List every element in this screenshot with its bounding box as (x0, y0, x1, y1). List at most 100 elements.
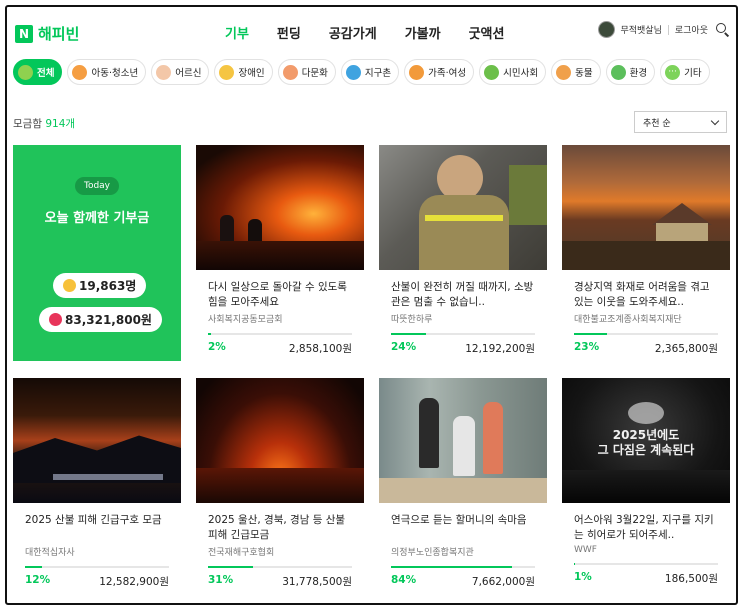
campaign-percent: 84% (391, 574, 417, 586)
sort-select[interactable]: 추천 순 (634, 111, 727, 133)
campaign-thumbnail[interactable]: 2025년에도 그 다짐은 계속된다 (562, 378, 730, 503)
campaign-thumbnail[interactable] (379, 145, 547, 270)
elder-icon (156, 64, 172, 80)
campaign-card[interactable]: 다시 일상으로 돌아갈 수 있도록 힘을 모아주세요 사회복지공동모금회 2% 2… (196, 145, 364, 356)
category-animals[interactable]: 동물 (551, 59, 601, 85)
progress-fill (391, 566, 512, 568)
category-seniors[interactable]: 어르신 (151, 59, 210, 85)
page-frame: N 해피빈 기부 펀딩 공감가게 가볼까 굿액션 무적뱃살님 로그아웃 전체 아… (5, 5, 738, 605)
progress-bar (391, 333, 535, 335)
people-icon (484, 64, 500, 80)
progress-fill (208, 566, 253, 568)
campaign-org: 의정부노인종합복지관 (391, 548, 474, 558)
donation-amount-pill: 83,321,800원 (39, 307, 162, 332)
category-other[interactable]: ··· 기타 (660, 59, 710, 85)
logout-link[interactable]: 로그아웃 (675, 23, 708, 36)
campaign-stats: 23% 2,365,800원 (574, 341, 718, 356)
campaign-org: 대한불교조계종사회복지재단 (574, 315, 682, 325)
avatar[interactable] (598, 21, 616, 38)
logo[interactable]: N 해피빈 (15, 23, 79, 44)
campaign-percent: 12% (25, 574, 51, 586)
nav-good-action[interactable]: 굿액션 (469, 23, 505, 42)
campaign-title[interactable]: 어스아워 3월22일, 지구를 지키는 히어로가 되어주세.. (574, 513, 718, 543)
divider (667, 24, 669, 35)
progress-bar (208, 333, 352, 335)
panda-logo-icon (628, 402, 664, 424)
progress-bar (574, 563, 718, 565)
progress-bar (391, 566, 535, 568)
campaign-thumbnail[interactable] (196, 145, 364, 270)
category-disabled[interactable]: 장애인 (214, 59, 273, 85)
nav-store[interactable]: 공감가게 (329, 23, 377, 42)
campaign-card[interactable]: 산불이 완전히 꺼질 때까지, 소방관은 멈출 수 없습니.. 따뜻한하루 24… (379, 145, 547, 356)
category-label: 전체 (37, 68, 55, 79)
progress-fill (574, 333, 608, 335)
campaign-thumbnail[interactable] (379, 378, 547, 503)
donor-count: 19,863명 (79, 279, 137, 293)
campaign-card[interactable]: 2025 울산, 경북, 경남 등 산불피해 긴급모금 전국재해구호협회 31%… (196, 378, 364, 589)
campaign-amount: 12,582,900원 (99, 576, 169, 588)
campaign-card[interactable]: 2025 산불 피해 긴급구호 모금 대한적십자사 12% 12,582,900원 (13, 378, 181, 589)
campaign-title[interactable]: 경상지역 화재로 어려움을 겪고 있는 이웃을 도와주세요.. (574, 280, 718, 310)
search-icon[interactable] (716, 22, 730, 37)
campaign-thumbnail[interactable] (562, 145, 730, 270)
campaign-org: 대한적십자사 (25, 548, 75, 558)
category-label: 어르신 (175, 68, 202, 79)
campaign-title[interactable]: 2025 울산, 경북, 경남 등 산불피해 긴급모금 (208, 513, 352, 543)
globe-icon (345, 64, 361, 80)
category-family[interactable]: 가족·여성 (404, 59, 475, 85)
category-all[interactable]: 전체 (13, 59, 63, 85)
campaign-card[interactable]: 경상지역 화재로 어려움을 겪고 있는 이웃을 도와주세요.. 대한불교조계종사… (562, 145, 730, 356)
donation-amount: 83,321,800원 (65, 313, 152, 327)
campaign-card[interactable]: 연극으로 듣는 할머니의 속마음 의정부노인종합복지관 84% 7,662,000… (379, 378, 547, 589)
campaign-title[interactable]: 산불이 완전히 꺼질 때까지, 소방관은 멈출 수 없습니.. (391, 280, 535, 310)
count-value: 914개 (45, 118, 76, 130)
category-civil[interactable]: 시민사회 (479, 59, 547, 85)
donor-count-pill: 19,863명 (53, 273, 147, 298)
dots-icon: ··· (665, 64, 681, 80)
today-summary-card: Today 오늘 함께한 기부금 19,863명 83,321,800원 (13, 145, 181, 361)
today-badge: Today (75, 177, 119, 195)
category-label: 기타 (684, 68, 702, 79)
campaign-title[interactable]: 다시 일상으로 돌아갈 수 있도록 힘을 모아주세요 (208, 280, 352, 310)
campaign-thumbnail[interactable] (196, 378, 364, 503)
nav-donate[interactable]: 기부 (225, 23, 249, 42)
category-global[interactable]: 지구촌 (340, 59, 400, 85)
campaign-amount: 12,192,200원 (465, 343, 535, 355)
campaign-org: 따뜻한하루 (391, 315, 433, 325)
campaign-title[interactable]: 연극으로 듣는 할머니의 속마음 (391, 513, 535, 543)
campaign-stats: 12% 12,582,900원 (25, 574, 169, 589)
progress-bar (208, 566, 352, 568)
chevron-down-icon (710, 116, 720, 125)
thumbnail-text-line1: 2025년에도 (612, 428, 680, 442)
campaign-title[interactable]: 2025 산불 피해 긴급구호 모금 (25, 513, 169, 543)
nav-funding[interactable]: 펀딩 (277, 23, 301, 42)
thumbnail-text-line2: 그 다짐은 계속된다 (597, 443, 695, 457)
progress-fill (25, 566, 43, 568)
progress-bar (25, 566, 169, 568)
campaign-thumbnail[interactable] (13, 378, 181, 503)
progress-bar (574, 333, 718, 335)
campaign-amount: 186,500원 (664, 573, 718, 585)
campaign-amount: 2,365,800원 (654, 343, 718, 355)
category-label: 환경 (629, 68, 648, 79)
nav-visit[interactable]: 가볼까 (405, 23, 441, 42)
campaign-card[interactable]: 2025년에도 그 다짐은 계속된다 어스아워 3월22일, 지구를 지키는 히… (562, 378, 730, 586)
user-name[interactable]: 무적뱃살님 (620, 23, 661, 36)
category-label: 다문화 (301, 68, 328, 79)
category-label: 아동·청소년 (91, 68, 139, 79)
main-nav: 기부 펀딩 공감가게 가볼까 굿액션 (225, 23, 532, 42)
child-icon (72, 64, 88, 80)
thumbnail-text: 2025년에도 그 다짐은 계속된다 (562, 428, 730, 458)
category-multicultural[interactable]: 다문화 (277, 59, 336, 85)
campaign-stats: 31% 31,778,500원 (208, 574, 352, 589)
campaign-stats: 84% 7,662,000원 (391, 574, 535, 589)
heart-icon (49, 313, 62, 326)
category-children[interactable]: 아동·청소년 (67, 59, 147, 85)
logo-text: 해피빈 (38, 25, 80, 43)
category-environment[interactable]: 환경 (605, 59, 656, 85)
campaign-amount: 31,778,500원 (282, 576, 352, 588)
campaign-stats: 2% 2,858,100원 (208, 341, 352, 356)
sprout-icon (610, 64, 626, 80)
sort-label: 추천 순 (643, 118, 671, 129)
